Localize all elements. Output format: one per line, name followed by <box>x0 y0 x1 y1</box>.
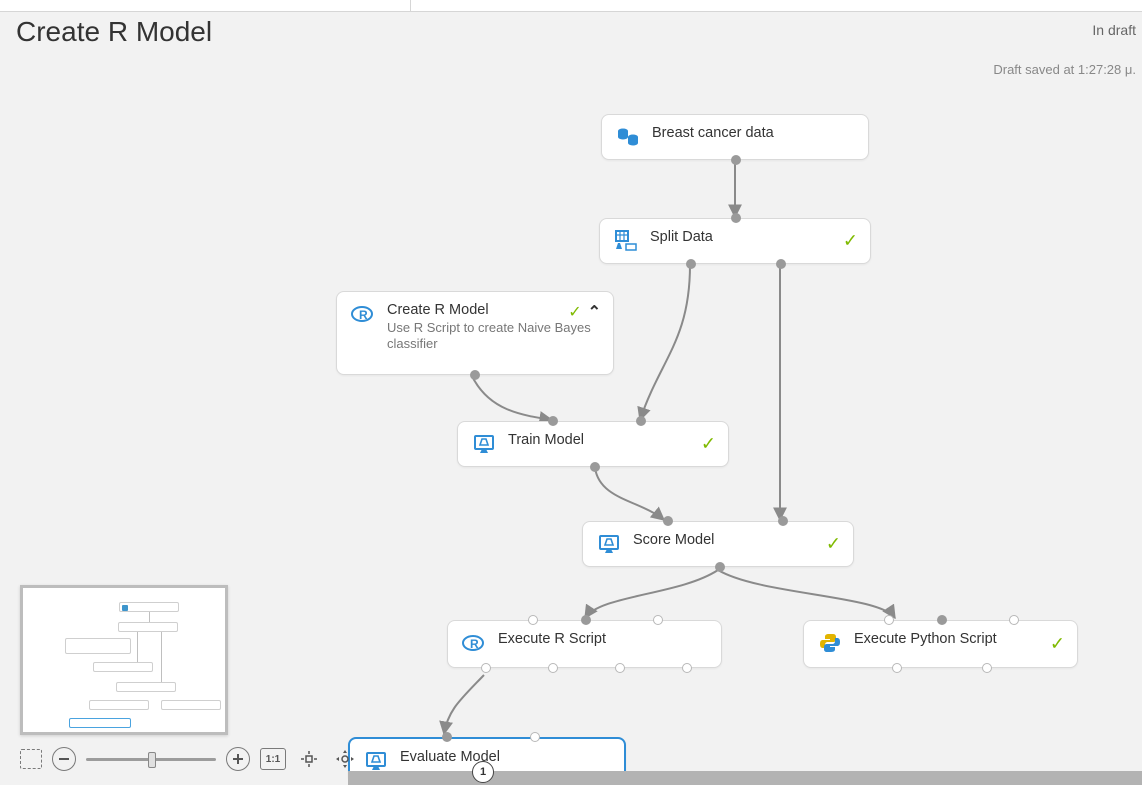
input-port-1[interactable] <box>663 516 673 526</box>
output-port-3[interactable] <box>615 663 625 673</box>
check-icon: ✓ <box>826 534 841 555</box>
input-port-1[interactable] <box>528 615 538 625</box>
output-port-1[interactable] <box>686 259 696 269</box>
output-port[interactable] <box>590 462 600 472</box>
node-create-r-model[interactable]: R Create R Model Use R Script to create … <box>336 291 614 375</box>
chevron-up-icon[interactable]: ⌃ <box>588 302 601 322</box>
node-title: Breast cancer data <box>652 125 774 141</box>
output-port-1[interactable] <box>892 663 902 673</box>
horizontal-scrollbar[interactable] <box>348 771 1142 785</box>
input-port-3[interactable] <box>653 615 663 625</box>
node-title: Score Model <box>633 532 714 548</box>
split-data-icon <box>614 229 638 253</box>
actual-size-button[interactable]: 1:1 <box>260 748 286 770</box>
output-port-4[interactable] <box>682 663 692 673</box>
input-port-1[interactable] <box>442 732 452 742</box>
minimap[interactable] <box>20 585 228 735</box>
node-score-model[interactable]: Score Model ✓ <box>582 521 854 567</box>
check-icon: ✓ <box>568 302 581 322</box>
node-execute-python-script[interactable]: Execute Python Script ✓ <box>803 620 1078 668</box>
r-language-icon: R <box>351 302 375 326</box>
node-description: Use R Script to create Naive Bayes class… <box>387 320 599 353</box>
output-port-2[interactable] <box>776 259 786 269</box>
node-title: Execute R Script <box>498 631 606 647</box>
input-port-1[interactable] <box>884 615 894 625</box>
node-execute-r-script[interactable]: R Execute R Script <box>447 620 722 668</box>
page-counter[interactable]: 1 <box>472 761 494 783</box>
node-breast-cancer-data[interactable]: Breast cancer data <box>601 114 869 160</box>
zoom-toolbar: 1:1 <box>20 747 358 771</box>
pan-button[interactable] <box>332 748 358 770</box>
check-icon: ✓ <box>843 231 858 252</box>
input-port-1[interactable] <box>548 416 558 426</box>
input-port[interactable] <box>731 213 741 223</box>
input-port-2[interactable] <box>636 416 646 426</box>
output-port-1[interactable] <box>481 663 491 673</box>
model-flask-icon <box>364 749 388 773</box>
svg-text:R: R <box>470 637 479 651</box>
node-title: Train Model <box>508 432 584 448</box>
output-port[interactable] <box>731 155 741 165</box>
output-port-2[interactable] <box>548 663 558 673</box>
fit-to-screen-icon[interactable] <box>20 749 42 769</box>
zoom-out-button[interactable] <box>52 747 76 771</box>
output-port[interactable] <box>470 370 480 380</box>
model-flask-icon <box>597 532 621 556</box>
input-port-3[interactable] <box>1009 615 1019 625</box>
zoom-in-button[interactable] <box>226 747 250 771</box>
input-port-2[interactable] <box>581 615 591 625</box>
python-icon <box>818 631 842 655</box>
scrollbar-thumb[interactable] <box>348 771 1142 785</box>
input-port-2[interactable] <box>530 732 540 742</box>
svg-text:R: R <box>359 308 368 322</box>
output-port-2[interactable] <box>982 663 992 673</box>
node-title: Create R Model <box>387 302 599 318</box>
center-view-button[interactable] <box>296 748 322 770</box>
input-port-2[interactable] <box>937 615 947 625</box>
node-title: Split Data <box>650 229 713 245</box>
zoom-slider[interactable] <box>86 758 216 761</box>
check-icon: ✓ <box>701 434 716 455</box>
zoom-slider-thumb[interactable] <box>148 752 156 768</box>
r-language-icon: R <box>462 631 486 655</box>
model-flask-icon <box>472 432 496 456</box>
database-icon <box>616 125 640 149</box>
node-split-data[interactable]: Split Data ✓ <box>599 218 871 264</box>
node-train-model[interactable]: Train Model ✓ <box>457 421 729 467</box>
input-port-2[interactable] <box>778 516 788 526</box>
output-port[interactable] <box>715 562 725 572</box>
node-title: Execute Python Script <box>854 631 997 647</box>
check-icon: ✓ <box>1050 634 1065 655</box>
